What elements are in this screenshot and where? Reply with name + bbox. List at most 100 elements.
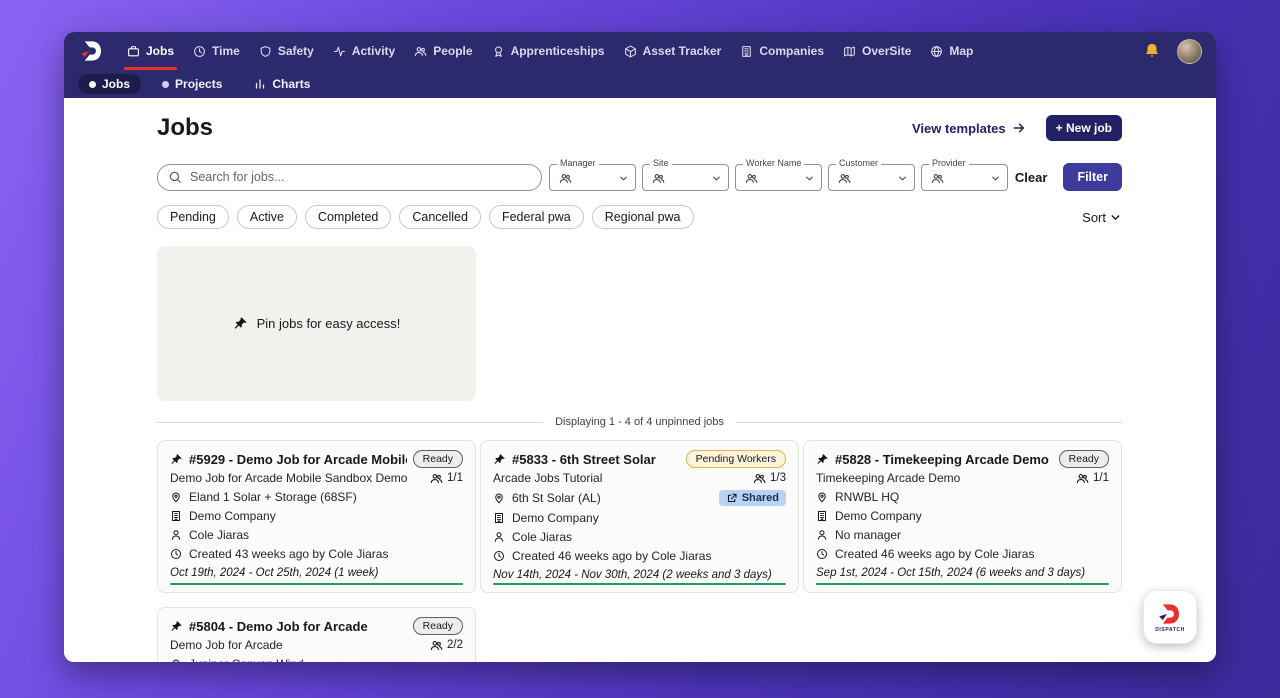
clock-icon (816, 548, 828, 560)
pin-icon (233, 316, 248, 331)
customer-filter-dropdown[interactable]: Customer (828, 157, 915, 191)
company-row: Demo Company (170, 509, 463, 523)
job-card[interactable]: #5929 - Demo Job for Arcade Mobile ... R… (157, 440, 476, 593)
user-avatar[interactable] (1177, 38, 1202, 64)
chevron-down-icon (804, 173, 815, 184)
users-icon (559, 172, 572, 185)
globe-icon (930, 45, 943, 58)
nav-item-companies[interactable]: Companies (740, 32, 824, 70)
nav-item-asset-tracker[interactable]: Asset Tracker (624, 32, 721, 70)
pin-icon[interactable] (170, 620, 183, 633)
new-job-button[interactable]: + New job (1045, 115, 1122, 141)
workers-value: 1/1 (1093, 472, 1109, 484)
pill-pending[interactable]: Pending (157, 205, 229, 229)
worker-name-filter-dropdown[interactable]: Worker Name (735, 157, 822, 191)
nav-item-time[interactable]: Time (193, 32, 240, 70)
filter-button[interactable]: Filter (1063, 163, 1122, 191)
pill-active[interactable]: Active (236, 205, 297, 229)
search-input[interactable] (157, 163, 542, 191)
created-row: Created 46 weeks ago by Cole Jiaras (816, 547, 1109, 561)
share-icon (726, 492, 738, 504)
card-title-row: #5833 - 6th Street Solar Pending Workers (493, 450, 786, 468)
subnav-item-projects[interactable]: Projects (151, 74, 233, 94)
location-row: RNWBL HQ (816, 490, 1109, 504)
map-pin-icon (493, 492, 505, 504)
chevron-down-icon (1109, 211, 1122, 224)
created-row: Created 46 weeks ago by Cole Jiaras (493, 549, 786, 563)
pin-icon[interactable] (170, 453, 183, 466)
card-subtitle-row: Demo Job for Arcade Mobile Sandbox Demo … (170, 471, 463, 485)
building-icon (170, 510, 182, 522)
pill-cancelled[interactable]: Cancelled (399, 205, 481, 229)
clock-icon (193, 45, 206, 58)
dropdown-label: Site (650, 157, 672, 168)
view-templates-link[interactable]: View templates (912, 121, 1026, 136)
date-range: Sep 1st, 2024 - Oct 15th, 2024 (6 weeks … (816, 567, 1086, 579)
manager-text: Cole Jiaras (189, 528, 250, 542)
workers-value: 1/1 (447, 472, 463, 484)
location-text: RNWBL HQ (835, 490, 900, 504)
manager-row: Cole Jiaras (493, 530, 786, 544)
nav-item-jobs[interactable]: Jobs (123, 32, 178, 70)
pill-completed[interactable]: Completed (304, 205, 392, 229)
users-icon (430, 639, 443, 652)
date-range: Nov 14th, 2024 - Nov 30th, 2024 (2 weeks… (493, 569, 772, 581)
created-text: Created 46 weeks ago by Cole Jiaras (512, 549, 712, 563)
shared-badge: Shared (718, 490, 786, 506)
dropdown-label: Worker Name (743, 157, 805, 168)
person-icon (170, 529, 182, 541)
pill-federal-pwa[interactable]: Federal pwa (488, 205, 584, 229)
job-card[interactable]: #5833 - 6th Street Solar Pending Workers… (480, 440, 799, 593)
dropdown-label: Manager (557, 157, 599, 168)
job-card[interactable]: #5804 - Demo Job for Arcade Ready Demo J… (157, 607, 476, 662)
nav-label: Jobs (146, 44, 175, 58)
location-row: Eland 1 Solar + Storage (68SF) (170, 490, 463, 504)
nav-item-oversite[interactable]: OverSite (843, 32, 911, 70)
status-badge: Pending Workers (685, 450, 786, 468)
pin-icon[interactable] (493, 453, 506, 466)
map-pin-icon (170, 658, 182, 662)
header-actions: View templates + New job (912, 115, 1122, 141)
clear-filters-button[interactable]: Clear (1015, 170, 1048, 185)
building-icon (816, 510, 828, 522)
nav-item-apprenticeships[interactable]: Apprenticeships (492, 32, 605, 70)
manager-filter-dropdown[interactable]: Manager (549, 157, 636, 191)
company-text: Demo Company (512, 511, 599, 525)
workers-count: 1/1 (1076, 472, 1109, 485)
page-header: Jobs View templates + New job (157, 114, 1122, 142)
dot-icon (89, 80, 96, 88)
nav-item-people[interactable]: People (414, 32, 473, 70)
dispatch-logo-icon (81, 41, 101, 61)
workers-count: 2/2 (430, 639, 463, 652)
dispatch-brand-text: DISPATCH (1155, 626, 1185, 633)
subnav-item-charts[interactable]: Charts (243, 74, 321, 94)
dot-icon (162, 80, 170, 88)
nav-item-safety[interactable]: Safety (259, 32, 314, 70)
nav-item-activity[interactable]: Activity (333, 32, 395, 70)
page-title: Jobs (157, 114, 214, 141)
company-text: Demo Company (189, 509, 276, 523)
notification-bell-icon[interactable] (1143, 42, 1161, 60)
clock-icon (170, 548, 182, 560)
job-title: #5833 - 6th Street Solar (512, 451, 656, 467)
subnav-item-jobs[interactable]: Jobs (78, 74, 142, 94)
manager-text: Cole Jiaras (512, 530, 573, 544)
status-badge: Ready (412, 617, 463, 635)
pill-regional-pwa[interactable]: Regional pwa (591, 205, 694, 229)
provider-filter-dropdown[interactable]: Provider (921, 157, 1008, 191)
pin-icon[interactable] (816, 453, 829, 466)
card-subtitle-row: Demo Job for Arcade 2/2 (170, 638, 463, 652)
nav-item-map[interactable]: Map (930, 32, 973, 70)
map-pin-icon (816, 491, 828, 503)
briefcase-icon (127, 45, 140, 58)
dispatch-floating-button[interactable]: DISPATCH (1143, 590, 1197, 644)
dropdown-label: Customer (836, 157, 882, 168)
dispatch-logo[interactable] (78, 38, 106, 64)
site-filter-dropdown[interactable]: Site (642, 157, 729, 191)
job-card[interactable]: #5828 - Timekeeping Arcade Demo Ready Ti… (803, 440, 1122, 593)
chevron-down-icon (897, 173, 908, 184)
view-templates-label: View templates (911, 120, 1006, 136)
job-subtitle: Demo Job for Arcade (170, 638, 283, 652)
card-subtitle-row: Timekeeping Arcade Demo 1/1 (816, 471, 1109, 485)
sort-button[interactable]: Sort (1082, 210, 1122, 225)
